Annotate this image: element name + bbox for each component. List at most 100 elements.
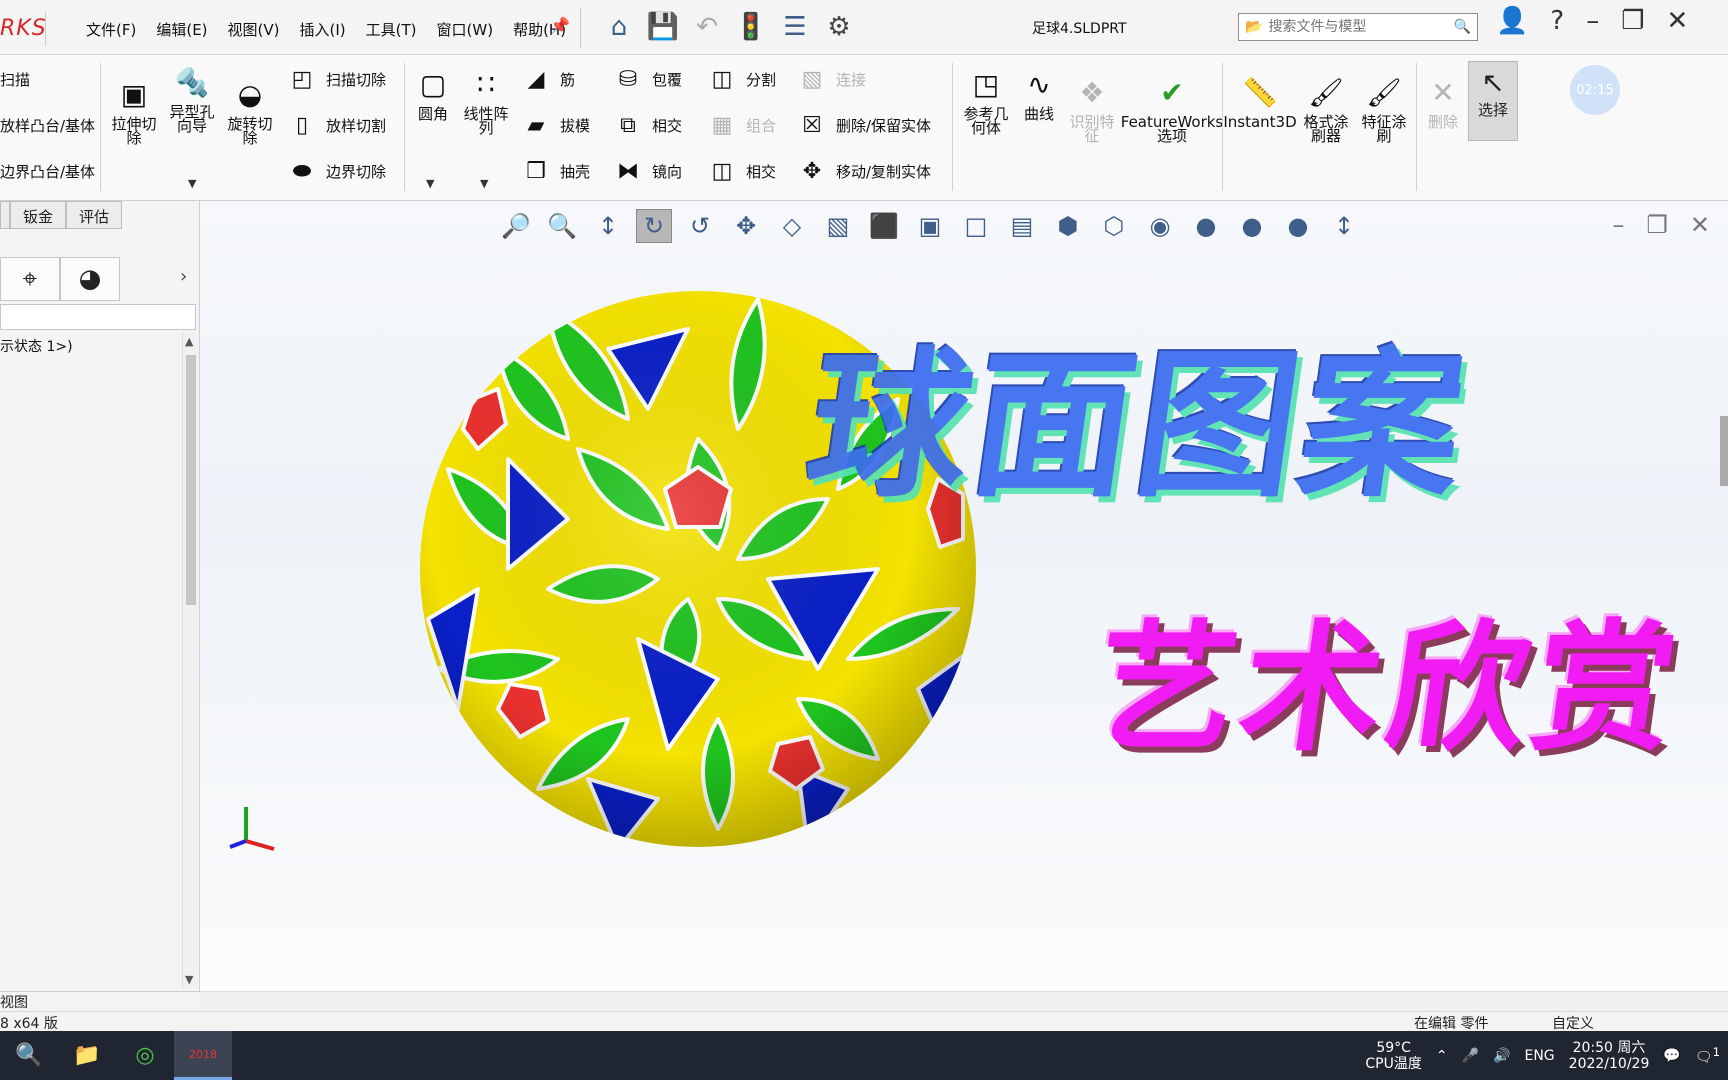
intersect-button[interactable]: ⧉ 相交 — [612, 109, 682, 141]
menu-insert[interactable]: 插入(I) — [292, 17, 354, 42]
browser-icon[interactable]: ◎ — [116, 1031, 174, 1080]
horizontal-scrollbar[interactable] — [200, 991, 1728, 1011]
boundary-cut-button[interactable]: ⬬ 边界切除 — [286, 155, 386, 187]
recognize-features-button[interactable]: ❖ 识别特征 — [1066, 73, 1118, 144]
tab-evaluate[interactable]: 评估 — [66, 201, 123, 229]
menu-view[interactable]: 视图(V) — [220, 17, 288, 42]
model-view-tab[interactable]: 视图 — [0, 991, 200, 1011]
search-icon[interactable]: 🔍 — [0, 1031, 58, 1080]
sweep-boss-button[interactable]: 扫描 — [0, 69, 30, 90]
graphics-area[interactable]: 🔎 🔍 ↕ ↻ ↺ ✥ ◇ ▧ ⬛ ▣ □ ▤ ⬢ ⬡ ◉ ● ● ● ↕ – … — [200, 201, 1728, 991]
user-icon[interactable]: 👤 — [1496, 6, 1528, 36]
zoom-to-fit-icon[interactable]: 🔎 — [498, 209, 534, 243]
chat-icon[interactable]: 💬 — [1663, 1048, 1680, 1064]
speaker-icon[interactable]: 🔊 — [1493, 1048, 1510, 1064]
wrap-button[interactable]: ⛁ 包覆 — [612, 63, 682, 95]
minimize-icon[interactable]: – — [1586, 6, 1599, 36]
join-button[interactable]: ▧ 连接 — [796, 63, 866, 95]
rotate-view-icon[interactable]: ↻ — [636, 209, 672, 243]
tab-sheet-metal[interactable]: 钣金 — [10, 201, 67, 229]
undo-icon[interactable]: ↶ — [690, 8, 724, 46]
delete-keep-body-button[interactable]: ☒ 删除/保留实体 — [796, 109, 931, 141]
combine-button[interactable]: ▦ 组合 — [706, 109, 776, 141]
previous-view-icon[interactable]: ◇ — [774, 209, 810, 243]
language-indicator[interactable]: ENG — [1524, 1048, 1554, 1064]
scroll-down-icon[interactable]: ▼ — [185, 973, 193, 986]
dimxpert-crosshair-icon[interactable]: ⌖ — [0, 257, 60, 301]
shell-button[interactable]: ❒ 抽壳 — [520, 155, 590, 187]
menu-tools[interactable]: 工具(T) — [358, 17, 425, 42]
select-button[interactable]: ↖ 选择 — [1468, 61, 1518, 141]
filter-input[interactable] — [0, 304, 196, 330]
solidworks-icon[interactable]: 2018 — [174, 1031, 232, 1080]
eye-icon[interactable]: ◉ — [1142, 209, 1178, 243]
hide-show-items-icon[interactable]: □ — [958, 209, 994, 243]
scene-sphere-icon[interactable]: ● — [1234, 209, 1270, 243]
notification-icon[interactable]: 🗨1 — [1695, 1045, 1720, 1066]
menu-window[interactable]: 窗口(W) — [429, 17, 502, 42]
reference-geometry-button[interactable]: ◳ 参考几何体 — [958, 65, 1014, 136]
chevron-down-icon[interactable]: ▼ — [480, 177, 488, 190]
intersect-body-button[interactable]: ◫ 相交 — [706, 155, 776, 187]
revolved-cut-button[interactable]: ◒ 旋转切除 — [224, 75, 276, 146]
save-icon[interactable]: 💾 — [646, 8, 680, 46]
feature-painter-button[interactable]: 🖌 特征涂刷 — [1358, 73, 1410, 144]
display-manager-icon[interactable]: ◕ — [60, 257, 120, 301]
restore-icon[interactable]: ❐ — [1621, 6, 1644, 36]
pin-icon[interactable]: 📌 — [550, 16, 570, 36]
delete-button[interactable]: ✕ 删除 — [1420, 73, 1466, 130]
hole-wizard-button[interactable]: 🔩 异型孔向导 — [166, 63, 218, 134]
edit-appearance-icon[interactable]: ▤ — [1004, 209, 1040, 243]
view-orientation-icon[interactable]: ⬛ — [866, 209, 902, 243]
viewport-close-icon[interactable]: ✕ — [1690, 211, 1710, 239]
apply-scene-icon[interactable]: ⬢ — [1050, 209, 1086, 243]
loft-boss-button[interactable]: 放样凸台/基体 — [0, 115, 95, 136]
app-logo[interactable]: RKS — [0, 12, 46, 46]
view-settings-icon[interactable]: ⬡ — [1096, 209, 1132, 243]
search-input[interactable] — [1268, 19, 1448, 35]
fillet-button[interactable]: ▢ 圆角 — [410, 65, 456, 122]
chevron-up-icon[interactable]: ⌃ — [1436, 1048, 1448, 1064]
options-gear-icon[interactable]: ⚙ — [822, 8, 856, 46]
roll-view-icon[interactable]: ↺ — [682, 209, 718, 243]
format-painter-button[interactable]: 🖌 格式涂刷器 — [1300, 73, 1352, 144]
close-icon[interactable]: ✕ — [1667, 6, 1689, 36]
realview-sphere-icon[interactable]: ● — [1280, 209, 1316, 243]
menu-edit[interactable]: 编辑(E) — [148, 17, 215, 42]
search-icon[interactable]: 🔍 — [1454, 19, 1471, 35]
section-view-icon[interactable]: ▧ — [820, 209, 856, 243]
move-copy-body-button[interactable]: ✥ 移动/复制实体 — [796, 155, 931, 187]
zoom-to-area-icon[interactable]: 🔍 — [544, 209, 580, 243]
swept-cut-button[interactable]: ◰ 扫描切除 — [286, 63, 386, 95]
boundary-boss-button[interactable]: 边界凸台/基体 — [0, 161, 95, 182]
panel-scrollbar[interactable]: ▲ ▼ — [182, 333, 198, 988]
clock[interactable]: 20:50 周六 2022/10/29 — [1569, 1040, 1650, 1072]
curves-button[interactable]: ∿ 曲线 — [1016, 65, 1062, 122]
search-box[interactable]: 📂 🔍 — [1238, 13, 1478, 41]
axis-display-icon[interactable]: ↕ — [1326, 209, 1362, 243]
extruded-cut-button[interactable]: ▣ 拉伸切除 — [108, 75, 160, 146]
home-icon[interactable]: ⌂ — [602, 8, 636, 46]
mirror-button[interactable]: ⧓ 镜向 — [612, 155, 682, 187]
split-button[interactable]: ◫ 分割 — [706, 63, 776, 95]
microphone-icon[interactable]: 🎤 — [1462, 1048, 1479, 1064]
units-custom-selector[interactable]: 自定义 — [1552, 1013, 1594, 1033]
rebuild-traffic-light-icon[interactable]: 🚦 — [734, 8, 768, 46]
chevron-right-icon[interactable]: › — [180, 266, 187, 287]
rib-button[interactable]: ◢ 筋 — [520, 63, 575, 95]
menu-file[interactable]: 文件(F) — [78, 17, 144, 42]
file-explorer-icon[interactable]: 📁 — [58, 1031, 116, 1080]
draft-button[interactable]: ▰ 拔模 — [520, 109, 590, 141]
chevron-down-icon[interactable]: ▼ — [188, 177, 196, 190]
viewport-minimize-icon[interactable]: – — [1612, 211, 1624, 239]
lofted-cut-button[interactable]: ▯ 放样切割 — [286, 109, 386, 141]
scroll-up-icon[interactable]: ▲ — [185, 335, 193, 348]
viewport-scroll-indicator[interactable] — [1720, 416, 1728, 486]
display-state-tree-item[interactable]: 示状态 1>) — [0, 336, 73, 356]
appearance-sphere-icon[interactable]: ● — [1188, 209, 1224, 243]
scrollbar-thumb[interactable] — [186, 355, 196, 605]
display-style-icon[interactable]: ▣ — [912, 209, 948, 243]
linear-pattern-button[interactable]: ∷ 线性阵列 — [460, 65, 512, 136]
zoom-in-out-icon[interactable]: ↕ — [590, 209, 626, 243]
file-properties-icon[interactable]: ☰ — [778, 8, 812, 46]
